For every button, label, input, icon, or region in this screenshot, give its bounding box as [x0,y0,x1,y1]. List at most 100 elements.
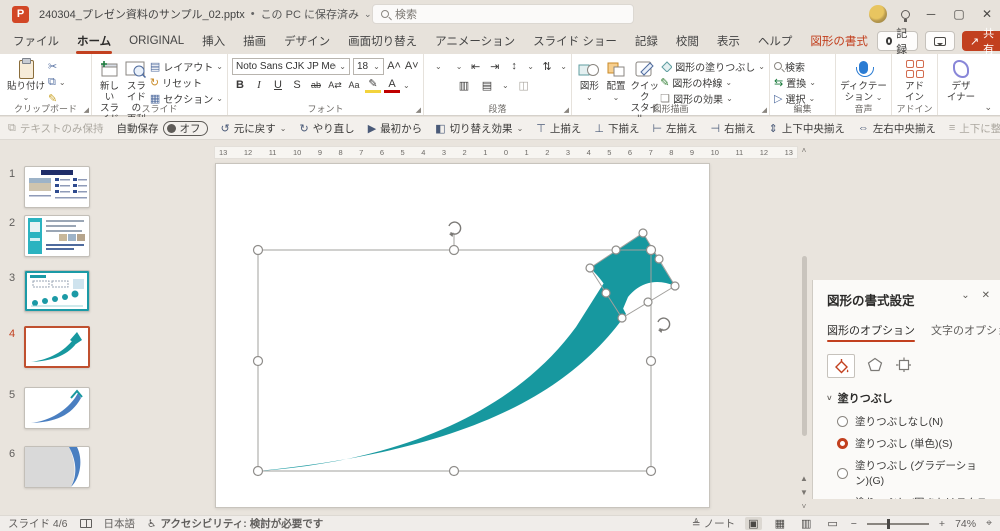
font-name-select[interactable]: Noto Sans CJK JP Mediur⌄ [232,58,350,75]
slide-thumbnail-5[interactable]: 5 [0,387,110,429]
slide-sorter-view-button[interactable]: ▦ [772,517,788,530]
horizontal-ruler[interactable]: 13121110987654321012345678910111213 [214,146,798,159]
character-spacing-button[interactable]: A⇄ [327,80,343,91]
strikethrough-button[interactable]: ab [308,80,324,90]
smartart-convert-button[interactable]: ◫ [516,79,532,92]
align-text-button[interactable]: ▤ [479,79,495,92]
quickbar-from-beginning-icon[interactable]: ▶最初から [368,121,422,136]
tab-ORIGINAL[interactable]: ORIGINAL [120,30,193,53]
underline-button[interactable]: U [270,79,286,91]
quickbar-distribute-vertical-icon[interactable]: ≡上下に整列 [949,121,1000,136]
decrease-indent-button[interactable]: ⇤ [469,60,481,73]
powerpoint-app-icon[interactable]: P [12,6,29,23]
drawing-dialog-launcher[interactable]: ◢ [762,106,767,114]
quickbar-align-right-icon[interactable]: ⊣右揃え [711,121,756,136]
tab-ヘルプ[interactable]: ヘルプ [749,28,802,55]
title-chevron-down-icon[interactable]: ⌄ [364,9,372,20]
zoom-slider[interactable] [867,523,929,525]
addins-button[interactable]: アドイン [896,57,933,104]
fill-and-line-icon-button[interactable] [827,354,855,378]
fill-section-header[interactable]: ˅塗りつぶし [827,390,988,406]
maximize-button[interactable]: ▢ [952,7,966,21]
slide-thumbnail-1[interactable]: 1 [0,166,110,208]
line-spacing-button[interactable]: ↕ [508,60,520,72]
tab-shape-options[interactable]: 図形のオプション [827,322,915,342]
paragraph-dialog-launcher[interactable]: ◢ [564,106,569,114]
panel-close-icon[interactable]: ✕ [982,290,990,301]
quickbar-autosave-toggle[interactable]: 自動保存オフ [117,121,208,136]
slide-editing-surface[interactable] [215,163,710,508]
canvas-vertical-scrollbar[interactable]: ˄ ▲ ▼ ˅ [798,146,810,511]
share-button[interactable]: ↗共有⌄ [962,31,1000,51]
slide-thumbnail-6[interactable]: 6 [0,446,110,488]
replace-button[interactable]: ⇆置換⌄ [774,75,816,89]
tab-ファイル[interactable]: ファイル [4,28,68,55]
quickbar-align-bottom-icon[interactable]: ⊥下揃え [594,121,639,136]
tab-描画[interactable]: 描画 [234,28,275,55]
increase-indent-button[interactable]: ⇥ [489,60,501,73]
tab-スライド ショー[interactable]: スライド ショー [524,28,626,55]
fill-option-2[interactable]: 塗りつぶし (グラデーション)(G) [837,458,988,488]
quickbar-align-top-icon[interactable]: ⊤上揃え [536,121,581,136]
collapse-ribbon-chevron-icon[interactable]: ⌄ [984,102,992,113]
italic-button[interactable]: I [251,79,267,91]
text-highlight-button[interactable]: ✎ [365,77,381,93]
previous-slide-button[interactable]: ▲ [798,474,810,483]
close-button[interactable]: ✕ [980,7,994,21]
record-button[interactable]: 記録 [877,31,918,51]
arrowhead-rotate-handle-icon[interactable] [658,318,670,333]
fit-to-window-icon[interactable]: ⌖ [986,517,992,530]
slide-thumbnail-3[interactable]: 3 [0,270,110,312]
comments-button[interactable] [925,31,955,51]
fill-option-0[interactable]: 塗りつぶしなし(N) [837,414,988,429]
size-properties-icon-button[interactable] [895,357,912,375]
scrollbar-thumb[interactable] [802,256,807,436]
search-input[interactable]: 検索 [372,4,634,24]
find-button[interactable]: 検索 [774,59,816,73]
reading-view-button[interactable]: ▥ [798,517,814,530]
normal-view-button[interactable]: ▣ [745,517,761,530]
quickbar-align-middle-icon[interactable]: ⇕上下中央揃え [769,121,845,136]
quickbar-keep-text-only-icon[interactable]: ⧉テキストのみ保持 [8,121,104,136]
cut-button[interactable]: ✂ [48,59,66,73]
slide-thumbnail-4[interactable]: 4 [0,326,110,368]
zoom-out-button[interactable]: − [851,518,857,530]
text-shadow-button[interactable]: S [289,79,305,91]
zoom-level[interactable]: 74% [955,518,976,530]
minimize-button[interactable]: ─ [924,7,938,21]
quickbar-align-center-icon[interactable]: ⇔左右中央揃え [858,121,936,136]
quick-styles-button[interactable]: クイックスタイル ⌄ [629,57,660,126]
tab-デザイン[interactable]: デザイン [275,28,339,55]
user-avatar[interactable] [869,5,887,23]
fill-option-3[interactable]: 塗りつぶし (図またはテクスチャ)(P) [837,495,988,499]
decrease-font-size-button[interactable]: A˅ [404,60,419,72]
tab-ホーム[interactable]: ホーム [68,28,120,55]
tab-画面切り替え[interactable]: 画面切り替え [339,28,426,55]
font-color-button[interactable]: A [384,78,400,93]
effects-icon-button[interactable] [867,357,883,375]
columns-button[interactable]: ▥ [456,79,472,92]
tab-図形の書式[interactable]: 図形の書式 [801,28,877,55]
font-size-select[interactable]: 18⌄ [353,58,384,75]
dictation-button[interactable]: ディクテーション ⌄ [840,57,887,104]
reset-button[interactable]: ↻リセット [150,75,223,89]
font-dialog-launcher[interactable]: ◢ [416,106,421,114]
scroll-down-icon[interactable]: ˅ [798,502,810,511]
tab-表示[interactable]: 表示 [708,28,749,55]
slide-indicator[interactable]: スライド 4/6 [8,516,68,531]
increase-font-size-button[interactable]: A˄ [387,60,402,72]
save-status[interactable]: この PC に保存済み [261,6,359,22]
shapes-button[interactable]: 図形⌄ [576,57,603,102]
bold-button[interactable]: B [232,79,248,91]
layout-button[interactable]: ▤レイアウト⌄ [150,59,223,73]
next-slide-button[interactable]: ▼ [798,488,810,497]
clipboard-dialog-launcher[interactable]: ◢ [84,106,89,114]
spell-check-icon[interactable] [80,519,92,528]
slideshow-view-button[interactable]: ▭ [824,517,840,530]
quickbar-undo-icon[interactable]: ↺元に戻す⌄ [221,121,287,136]
panel-chevron-down-icon[interactable]: ⌄ [961,290,969,301]
quickbar-transition-effect-icon[interactable]: ◧切り替え効果⌄ [435,121,523,136]
tab-挿入[interactable]: 挿入 [193,28,234,55]
slide-thumbnail-2[interactable]: 2 [0,215,110,257]
text-direction-button[interactable]: ⇅ [541,60,553,73]
